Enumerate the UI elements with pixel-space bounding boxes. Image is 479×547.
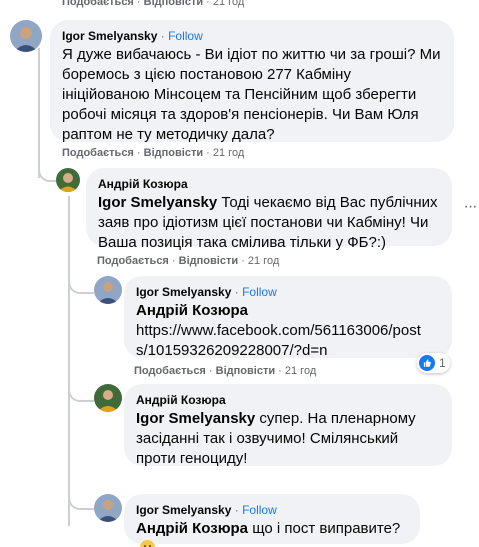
more-horizontal-icon[interactable]: ··· bbox=[460, 197, 479, 217]
thread-connector-3 bbox=[68, 380, 94, 402]
comment-bubble: Igor Smelyansky · Follow Андрій Козюра щ… bbox=[124, 494, 420, 547]
thread-connector-2 bbox=[68, 272, 94, 294]
reaction-count: 1 bbox=[439, 356, 446, 370]
like-action[interactable]: Подобається bbox=[62, 0, 134, 8]
mention-link[interactable]: Андрій Козюра bbox=[136, 520, 248, 537]
comment-bubble: Андрій Козюра Igor Smelyansky Тоді чекає… bbox=[86, 168, 452, 251]
follow-link[interactable]: Follow bbox=[242, 285, 277, 299]
reaction-badge[interactable]: 1 bbox=[417, 353, 450, 373]
like-action[interactable]: Подобається bbox=[97, 255, 169, 267]
thread-line-main bbox=[38, 48, 40, 178]
comment-text: Андрій Козюра що і пост виправите? bbox=[136, 519, 408, 547]
author-name[interactable]: Igor Smelyansky bbox=[136, 503, 231, 517]
comment-bubble: Igor Smelyansky · Follow Андрій Козюра h… bbox=[124, 276, 452, 361]
like-reaction-icon bbox=[419, 355, 435, 371]
timestamp[interactable]: 21 год bbox=[285, 365, 316, 377]
author-name[interactable]: Igor Smelyansky bbox=[62, 29, 157, 43]
author-name[interactable]: Андрій Козюра bbox=[98, 176, 440, 192]
comment-body: що і пост виправите? bbox=[248, 520, 401, 537]
avatar[interactable] bbox=[10, 20, 42, 52]
timestamp[interactable]: 21 год bbox=[213, 0, 244, 8]
comment-text: Igor Smelyansky супер. На пленарному зас… bbox=[136, 409, 440, 469]
mention-link[interactable]: Igor Smelyansky bbox=[98, 194, 217, 211]
author-name[interactable]: Андрій Козюра bbox=[136, 392, 440, 408]
mention-link[interactable]: Андрій Козюра bbox=[136, 301, 440, 321]
avatar[interactable] bbox=[94, 276, 122, 304]
top-actions-row: Подобається · Відповісти · 21 год bbox=[62, 0, 244, 9]
like-action[interactable]: Подобається bbox=[62, 147, 134, 159]
comment-header: Igor Smelyansky · Follow bbox=[136, 503, 277, 517]
author-name[interactable]: Igor Smelyansky bbox=[136, 285, 231, 299]
link-line-1[interactable]: https://www.facebook.com/561163006/post bbox=[136, 321, 440, 341]
comment-bubble: Igor Smelyansky · Follow Я дуже вибачаюс… bbox=[50, 20, 454, 143]
mention-link[interactable]: Igor Smelyansky bbox=[136, 410, 255, 427]
comment-text: Igor Smelyansky Тоді чекаємо від Вас пуб… bbox=[98, 193, 440, 253]
follow-link[interactable]: Follow bbox=[168, 29, 203, 43]
link-line-2[interactable]: s/10159326209228007/?d=n bbox=[136, 341, 440, 361]
timestamp[interactable]: 21 год bbox=[213, 147, 244, 159]
thread-connector-4 bbox=[68, 488, 94, 510]
comment-header: Igor Smelyansky · Follow bbox=[62, 29, 203, 43]
comment-text: Я дуже вибачаюсь - Ви ідіот по життю чи … bbox=[62, 46, 441, 143]
comment-header: Igor Smelyansky · Follow bbox=[136, 285, 277, 299]
smiling-face-icon bbox=[140, 540, 155, 547]
reply-action[interactable]: Відповісти bbox=[144, 0, 203, 8]
avatar[interactable] bbox=[94, 494, 122, 522]
follow-link[interactable]: Follow bbox=[242, 503, 277, 517]
comment-actions: Подобається · Відповісти · 21 год bbox=[97, 255, 280, 267]
avatar[interactable] bbox=[94, 384, 122, 412]
comment-actions: Подобається · Відповісти · 21 год bbox=[134, 365, 317, 377]
reply-action[interactable]: Відповісти bbox=[144, 147, 203, 159]
thread-line-nested bbox=[68, 196, 70, 526]
comment-text: Андрій Козюра https://www.facebook.com/5… bbox=[136, 301, 440, 361]
comment-bubble: Андрій Козюра Igor Smelyansky супер. На … bbox=[124, 384, 452, 469]
comment-actions: Подобається · Відповісти · 21 год bbox=[62, 147, 245, 159]
thread-connector-1 bbox=[38, 160, 56, 182]
timestamp[interactable]: 21 год bbox=[248, 255, 279, 267]
avatar[interactable] bbox=[56, 168, 80, 192]
reply-action[interactable]: Відповісти bbox=[216, 365, 275, 377]
like-action[interactable]: Подобається bbox=[134, 365, 206, 377]
reply-action[interactable]: Відповісти bbox=[179, 255, 238, 267]
